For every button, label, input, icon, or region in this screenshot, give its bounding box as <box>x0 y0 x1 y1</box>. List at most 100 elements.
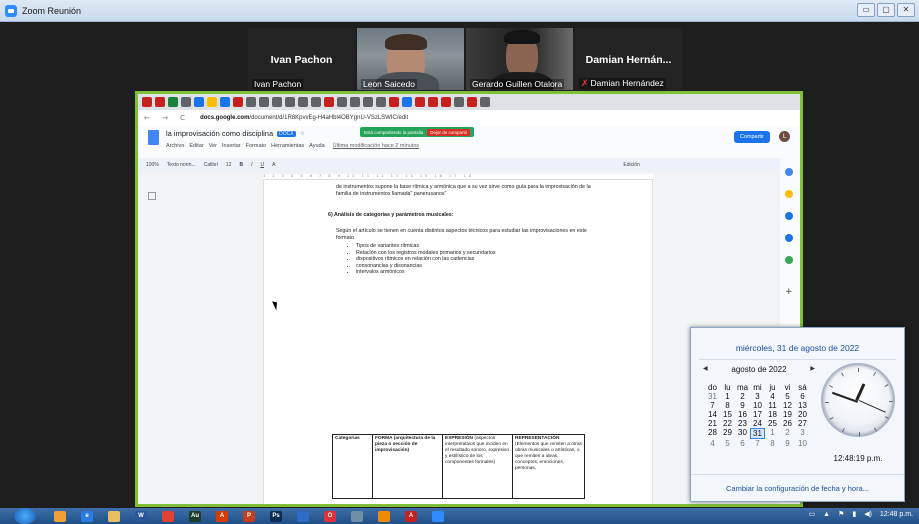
google-docs-icon[interactable] <box>148 130 159 145</box>
zoom-icon[interactable] <box>432 510 444 522</box>
tab-favicon-icon[interactable] <box>363 97 373 107</box>
calendar-day[interactable]: 7 <box>750 439 765 448</box>
calendar-day[interactable]: 1 <box>765 428 780 439</box>
close-button[interactable]: ✕ <box>897 3 915 17</box>
menu-ver[interactable]: Ver <box>209 143 217 149</box>
tab-favicon-icon[interactable] <box>207 97 217 107</box>
calendar-day[interactable]: 23 <box>735 419 750 428</box>
font-size[interactable]: 12 <box>226 162 232 168</box>
participant-tile[interactable]: Leon Saicedo <box>357 28 464 90</box>
doc-title[interactable]: la improvisación como disciplina <box>166 129 273 138</box>
calendar-day[interactable]: 9 <box>780 439 795 448</box>
doc-page[interactable]: de instrumentos supone la base rítmica y… <box>263 180 653 504</box>
calendar-day[interactable]: 4 <box>765 392 780 401</box>
participant-tile[interactable]: Ivan Pachon Ivan Pachon <box>248 28 355 90</box>
file-explorer-icon[interactable] <box>54 510 66 522</box>
maps-icon[interactable] <box>785 256 793 264</box>
calendar-day[interactable]: 5 <box>780 392 795 401</box>
tasks-icon[interactable] <box>785 212 793 220</box>
participant-tile[interactable]: Damian Hernán... ✗ Damian Hernández <box>575 28 682 90</box>
calendar-day[interactable]: 30 <box>735 428 750 439</box>
calendar-day[interactable]: 28 <box>705 428 720 439</box>
tab-favicon-icon[interactable] <box>324 97 334 107</box>
tab-favicon-icon[interactable] <box>285 97 295 107</box>
minimize-button[interactable]: ▭ <box>857 3 875 17</box>
calendar-day[interactable]: 31 <box>705 392 720 401</box>
stop-share-button[interactable]: Dejar de compartir <box>427 128 471 136</box>
calendar-day[interactable]: 19 <box>780 410 795 419</box>
tab-favicon-icon[interactable] <box>246 97 256 107</box>
user-avatar[interactable]: L <box>779 131 790 142</box>
tab-favicon-icon[interactable] <box>415 97 425 107</box>
calendar-day[interactable]: 3 <box>750 392 765 401</box>
tab-favicon-icon[interactable] <box>337 97 347 107</box>
tab-favicon-icon[interactable] <box>402 97 412 107</box>
tab-favicon-icon[interactable] <box>272 97 282 107</box>
add-addon-icon[interactable]: + <box>785 288 793 297</box>
tab-favicon-icon[interactable] <box>389 97 399 107</box>
tab-favicon-icon[interactable] <box>298 97 308 107</box>
tab-favicon-icon[interactable] <box>168 97 178 107</box>
ie-icon[interactable]: e <box>81 510 93 522</box>
star-icon[interactable]: ☆ <box>300 130 305 137</box>
calendar-day[interactable]: 11 <box>765 401 780 410</box>
tab-favicon-icon[interactable] <box>454 97 464 107</box>
editing-mode-select[interactable]: Edición <box>623 162 639 168</box>
calendar-day[interactable]: 20 <box>795 410 810 419</box>
volume-icon[interactable]: ◀) <box>864 510 872 518</box>
calendar-day[interactable]: 2 <box>780 428 795 439</box>
style-select[interactable]: Texto norm... <box>167 162 196 168</box>
calendar-day[interactable]: 24 <box>750 419 765 428</box>
calendar-day[interactable]: 7 <box>705 401 720 410</box>
menu-ayuda[interactable]: Ayuda <box>309 143 325 149</box>
tab-favicon-icon[interactable] <box>467 97 477 107</box>
flag-icon[interactable]: ⚑ <box>838 510 844 518</box>
contacts-icon[interactable] <box>785 234 793 242</box>
zoom-select[interactable]: 100% <box>146 162 159 168</box>
prev-month-icon[interactable]: ◀ <box>703 365 708 374</box>
calendar-day[interactable]: 25 <box>765 419 780 428</box>
browser-icon[interactable] <box>351 510 363 522</box>
word-icon[interactable]: W <box>135 510 147 522</box>
maximize-button[interactable]: ▢ <box>877 3 895 17</box>
tab-favicon-icon[interactable] <box>376 97 386 107</box>
calendar-day[interactable]: 15 <box>720 410 735 419</box>
long-date-link[interactable]: miércoles, 31 de agosto de 2022 <box>691 343 904 353</box>
calendar-day[interactable]: 10 <box>750 401 765 410</box>
photoshop-icon[interactable]: Ps <box>270 510 282 522</box>
mail-icon[interactable] <box>297 510 309 522</box>
tab-favicon-icon[interactable] <box>311 97 321 107</box>
keep-icon[interactable] <box>785 190 793 198</box>
tab-favicon-icon[interactable] <box>441 97 451 107</box>
calendar-day[interactable]: 22 <box>720 419 735 428</box>
tab-favicon-icon[interactable] <box>155 97 165 107</box>
menu-archivo[interactable]: Archivo <box>166 143 184 149</box>
folder-icon[interactable] <box>108 510 120 522</box>
calendar-day[interactable]: 16 <box>735 410 750 419</box>
opera-icon[interactable]: O <box>324 510 336 522</box>
calendar-day[interactable]: 6 <box>735 439 750 448</box>
next-month-icon[interactable]: ▶ <box>810 365 815 374</box>
calendar-icon[interactable] <box>785 168 793 176</box>
taskbar-clock[interactable]: 12:48 p.m. <box>880 511 913 518</box>
calendar-day[interactable]: 26 <box>780 419 795 428</box>
calendar-day[interactable]: 3 <box>795 428 810 439</box>
text-color-button[interactable]: A <box>272 162 275 168</box>
powerpoint-icon[interactable]: P <box>243 510 255 522</box>
tab-favicon-icon[interactable] <box>220 97 230 107</box>
outline-icon[interactable] <box>148 192 156 200</box>
calendar-day[interactable]: 4 <box>705 439 720 448</box>
calendar-day[interactable]: 29 <box>720 428 735 439</box>
browser-nav-buttons[interactable]: ← → C <box>144 114 190 122</box>
tab-favicon-icon[interactable] <box>259 97 269 107</box>
menu-editar[interactable]: Editar <box>189 143 203 149</box>
menu-formato[interactable]: Formato <box>246 143 266 149</box>
calendar-day[interactable]: 12 <box>780 401 795 410</box>
calendar-day[interactable]: 21 <box>705 419 720 428</box>
last-edit-link[interactable]: Última modificación hace 2 minutos <box>333 143 420 149</box>
bold-button[interactable]: B <box>239 162 243 168</box>
menu-herramientas[interactable]: Herramientas <box>271 143 304 149</box>
underline-button[interactable]: U <box>260 162 264 168</box>
vlc-icon[interactable] <box>378 510 390 522</box>
network-icon[interactable]: ▮ <box>852 510 856 518</box>
